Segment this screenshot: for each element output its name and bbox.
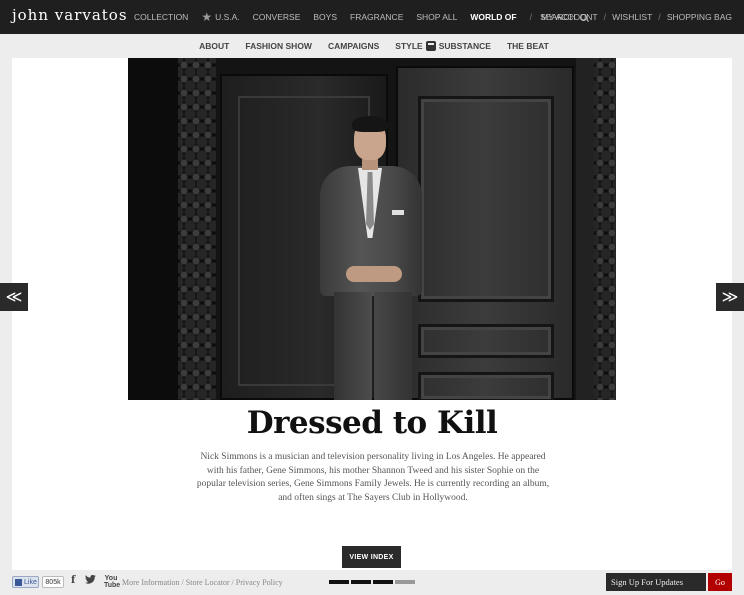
- star-icon: ★: [201, 10, 213, 24]
- model-hair: [352, 116, 388, 132]
- model-pocket-square: [392, 210, 404, 215]
- photo-wall-left: [128, 58, 178, 400]
- photo-door-panel: [418, 372, 554, 400]
- model-trousers: [374, 292, 412, 400]
- newsletter-signup-input[interactable]: [606, 573, 706, 591]
- subnav-fashion-show[interactable]: FASHION SHOW: [245, 41, 312, 51]
- hat-icon: [425, 41, 436, 51]
- pager-dot[interactable]: [351, 580, 371, 584]
- like-count: 805k: [42, 576, 64, 588]
- nav-wishlist[interactable]: WISHLIST: [612, 12, 652, 22]
- view-index-button[interactable]: VIEW INDEX: [342, 546, 401, 568]
- nav-my-account[interactable]: MY ACCOUNT: [541, 12, 598, 22]
- pager-dot[interactable]: [329, 580, 349, 584]
- facebook-icon[interactable]: f: [71, 575, 75, 586]
- footer-link-more-information[interactable]: More Information: [122, 578, 180, 587]
- previous-arrow-button[interactable]: ≪: [0, 283, 28, 311]
- subnav-about[interactable]: ABOUT: [199, 41, 229, 51]
- carousel-pager: [329, 580, 417, 584]
- nav-usa-label: U.S.A.: [215, 12, 240, 22]
- pager-dot[interactable]: [373, 580, 393, 584]
- photo-wall-right: [576, 58, 596, 400]
- nav-shop-all[interactable]: SHOP ALL: [416, 12, 457, 22]
- nav-boys[interactable]: BOYS: [313, 12, 337, 22]
- facebook-mini-icon: [15, 578, 22, 586]
- subnav-style-substance[interactable]: STYLE SUBSTANCE: [395, 41, 491, 51]
- nav-fragrance[interactable]: FRAGRANCE: [350, 12, 403, 22]
- nav-world-of[interactable]: WORLD OF: [470, 12, 516, 22]
- footer-links: More Information / Store Locator / Priva…: [122, 578, 283, 587]
- double-chevron-right-icon: ≫: [721, 289, 739, 306]
- top-navigation: john varvatos COLLECTION ★ U.S.A. CONVERS…: [0, 0, 744, 34]
- pager-dot[interactable]: [395, 580, 415, 584]
- model-trousers: [334, 292, 372, 400]
- photo-model: [306, 116, 436, 400]
- nav-shopping-bag[interactable]: SHOPPING BAG: [667, 12, 732, 22]
- next-arrow-button[interactable]: ≫: [716, 283, 744, 311]
- facebook-like-button[interactable]: Like: [12, 576, 39, 588]
- hero-image: [128, 58, 616, 400]
- nav-divider: /: [603, 12, 607, 22]
- photo-door-panel: [418, 96, 554, 302]
- footer-bar: Like 805k f You Tube More Information / …: [0, 570, 744, 595]
- double-chevron-left-icon: ≪: [5, 289, 23, 306]
- nav-divider: /: [658, 12, 661, 22]
- nav-divider: /: [529, 12, 533, 22]
- photo-lace-curtain: [594, 58, 616, 400]
- nav-converse[interactable]: CONVERSE: [253, 12, 301, 22]
- like-label: Like: [24, 578, 37, 586]
- footer-link-store-locator[interactable]: Store Locator: [186, 578, 230, 587]
- article-title: Dressed to Kill: [246, 405, 498, 441]
- signup-go-button[interactable]: Go: [708, 573, 732, 591]
- model-hands: [346, 266, 402, 282]
- footer-link-privacy-policy[interactable]: Privacy Policy: [236, 578, 283, 587]
- youtube-icon[interactable]: You Tube: [104, 575, 120, 589]
- account-nav: MY ACCOUNT / WISHLIST / SHOPPING BAG: [541, 0, 732, 34]
- subnav-the-beat[interactable]: THE BEAT: [507, 41, 549, 51]
- subnav-substance-label: SUBSTANCE: [438, 41, 491, 51]
- nav-usa[interactable]: ★ U.S.A.: [201, 11, 239, 23]
- photo-door-panel: [418, 324, 554, 358]
- subnav-style-label: STYLE: [395, 41, 423, 51]
- article-body: Nick Simmons is a musician and televisio…: [196, 452, 550, 503]
- sub-navigation: ABOUT FASHION SHOW CAMPAIGNS STYLE SUBST…: [0, 34, 744, 58]
- nav-collection[interactable]: COLLECTION: [134, 12, 188, 22]
- twitter-icon[interactable]: [85, 574, 96, 587]
- main-nav: COLLECTION ★ U.S.A. CONVERSE BOYS FRAGRAN…: [134, 0, 600, 34]
- subnav-campaigns[interactable]: CAMPAIGNS: [328, 41, 379, 51]
- brand-logo[interactable]: john varvatos: [12, 6, 128, 24]
- photo-lace-curtain: [178, 58, 216, 400]
